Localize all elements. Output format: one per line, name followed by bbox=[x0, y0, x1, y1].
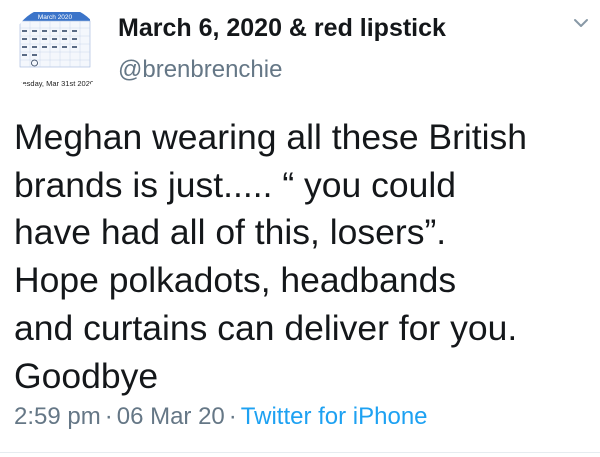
tweet-time[interactable]: 2:59 pm bbox=[14, 403, 101, 430]
tweet-meta: 2:59 pm · 06 Mar 20 · Twitter for iPhone bbox=[14, 403, 428, 431]
display-name[interactable]: March 6, 2020 & red lipstick bbox=[118, 14, 446, 43]
divider bbox=[0, 452, 600, 453]
tweet-text: Meghan wearing all these British brands … bbox=[14, 117, 528, 396]
calendar-caption: Tuesday, Mar 31st 2020 bbox=[14, 79, 94, 88]
meta-separator: · bbox=[228, 403, 237, 430]
calendar-month: March 2020 bbox=[38, 14, 73, 21]
tweet-card: March 2020 Tuesday, Mar 31st 2020 March … bbox=[0, 0, 600, 457]
meta-separator: · bbox=[104, 403, 113, 430]
tweet-date[interactable]: 06 Mar 20 bbox=[117, 403, 225, 430]
calendar-avatar-icon: March 2020 Tuesday, Mar 31st 2020 bbox=[10, 6, 104, 98]
user-handle[interactable]: @brenbrenchie bbox=[118, 56, 282, 84]
tweet-source-link[interactable]: Twitter for iPhone bbox=[241, 403, 428, 430]
chevron-down-icon[interactable] bbox=[572, 14, 590, 32]
avatar[interactable]: March 2020 Tuesday, Mar 31st 2020 bbox=[10, 6, 104, 98]
